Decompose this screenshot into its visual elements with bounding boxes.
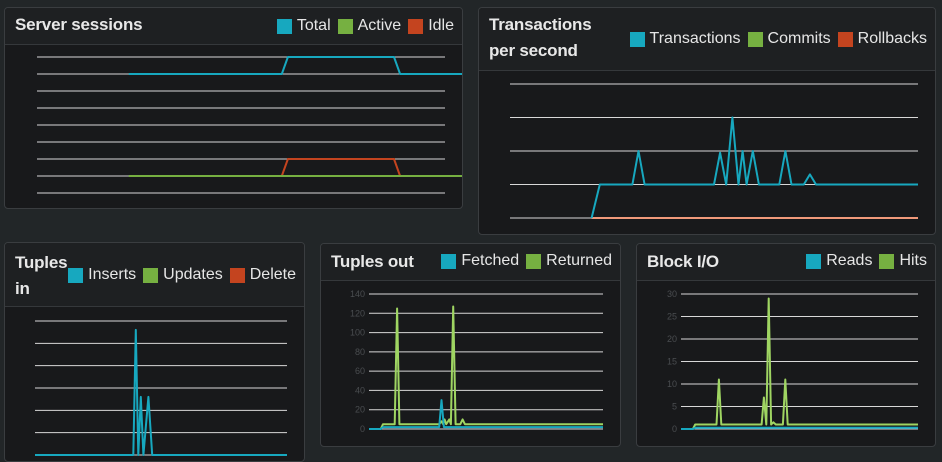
series-line-returned bbox=[369, 305, 603, 430]
legend-returned-label: Returned bbox=[546, 252, 612, 269]
delete-swatch bbox=[229, 267, 245, 283]
rollbacks-swatch bbox=[837, 31, 853, 47]
legend-commits[interactable]: Commits bbox=[747, 30, 831, 48]
active-swatch bbox=[337, 18, 353, 34]
returned-swatch bbox=[526, 253, 542, 269]
y-tick-label: 20 bbox=[667, 334, 677, 344]
y-tick-label: 100 bbox=[350, 328, 365, 338]
legend-fetched-label: Fetched bbox=[461, 252, 520, 269]
y-tick-label: 5 bbox=[672, 402, 677, 412]
legend-idle[interactable]: Idle bbox=[408, 17, 454, 35]
legend-inserts[interactable]: Inserts bbox=[68, 266, 136, 284]
y-tick-label: 15 bbox=[667, 357, 677, 367]
y-tick-label: 60 bbox=[355, 366, 365, 376]
series-line-hits bbox=[681, 297, 918, 430]
legend-active-label: Active bbox=[357, 17, 402, 34]
block-io-chart: 0 5 10 15 20 25 30 bbox=[667, 289, 918, 434]
series-line-idle bbox=[280, 158, 402, 177]
legend-idle-label: Idle bbox=[428, 17, 454, 34]
block-io-header: Block I/O Reads Hits bbox=[637, 244, 935, 281]
inserts-swatch bbox=[68, 267, 84, 283]
y-tick-label: 25 bbox=[667, 312, 677, 322]
series-line-inserts bbox=[35, 328, 287, 456]
transactions-panel: Transactions per second Transactions Com… bbox=[478, 7, 936, 235]
tuples-in-title-line1: Tuples bbox=[15, 253, 68, 272]
transactions-title-line1: Transactions bbox=[489, 15, 592, 34]
legend-commits-label: Commits bbox=[767, 30, 831, 47]
server-sessions-title: Server sessions bbox=[15, 15, 143, 34]
legend-delete[interactable]: Delete bbox=[229, 266, 296, 284]
total-swatch bbox=[276, 18, 292, 34]
tuples-out-legend: Fetched Returned bbox=[434, 252, 612, 270]
tuples-in-legend: Inserts Updates Delete bbox=[61, 266, 296, 284]
legend-fetched[interactable]: Fetched bbox=[441, 252, 519, 270]
server-sessions-header: Server sessions Total Active Idle bbox=[5, 8, 462, 45]
commits-swatch bbox=[747, 31, 763, 47]
tuples-in-title-line2: in bbox=[15, 279, 30, 298]
block-io-legend: Reads Hits bbox=[799, 252, 927, 270]
server-sessions-legend: Total Active Idle bbox=[270, 17, 454, 35]
block-io-title: Block I/O bbox=[647, 252, 719, 271]
tuples-in-header: Tuples in Inserts Updates Delete bbox=[5, 243, 304, 307]
hits-swatch bbox=[879, 253, 895, 269]
tuples-in-chart bbox=[35, 320, 287, 456]
y-tick-label: 10 bbox=[667, 379, 677, 389]
legend-hits-label: Hits bbox=[899, 252, 927, 269]
y-tick-label: 20 bbox=[355, 405, 365, 415]
y-tick-label: 30 bbox=[667, 289, 677, 299]
transactions-header: Transactions per second Transactions Com… bbox=[479, 8, 935, 71]
y-tick-label: 0 bbox=[360, 424, 365, 434]
legend-transactions[interactable]: Transactions bbox=[629, 30, 741, 48]
legend-delete-label: Delete bbox=[249, 266, 296, 283]
transactions-swatch bbox=[629, 31, 645, 47]
block-io-panel: Block I/O Reads Hits 0 5 10 15 20 25 30 bbox=[636, 243, 936, 447]
legend-hits[interactable]: Hits bbox=[879, 252, 927, 270]
transactions-legend: Transactions Commits Rollbacks bbox=[623, 30, 927, 48]
tuples-out-title: Tuples out bbox=[331, 252, 414, 271]
legend-returned[interactable]: Returned bbox=[526, 252, 612, 270]
legend-total-label: Total bbox=[296, 17, 331, 34]
legend-inserts-label: Inserts bbox=[88, 266, 137, 283]
y-tick-label: 120 bbox=[350, 308, 365, 318]
y-tick-label: 80 bbox=[355, 347, 365, 357]
reads-swatch bbox=[806, 253, 822, 269]
idle-swatch bbox=[408, 18, 424, 34]
legend-total[interactable]: Total bbox=[276, 17, 331, 35]
server-sessions-chart bbox=[37, 56, 462, 194]
tuples-out-header: Tuples out Fetched Returned bbox=[321, 244, 620, 281]
series-line-transactions bbox=[590, 116, 918, 219]
y-tick-label: 0 bbox=[672, 424, 677, 434]
tuples-in-panel: Tuples in Inserts Updates Delete bbox=[4, 242, 305, 462]
legend-updates[interactable]: Updates bbox=[143, 266, 223, 284]
y-tick-label: 140 bbox=[350, 289, 365, 299]
updates-swatch bbox=[143, 267, 159, 283]
legend-active[interactable]: Active bbox=[337, 17, 402, 35]
tuples-out-panel: Tuples out Fetched Returned 0 20 40 60 80 100… bbox=[320, 243, 621, 447]
legend-rollbacks-label: Rollbacks bbox=[857, 30, 927, 47]
transactions-title-line2: per second bbox=[489, 41, 578, 60]
legend-reads[interactable]: Reads bbox=[806, 252, 872, 270]
tuples-out-chart: 0 20 40 60 80 100 120 140 bbox=[350, 289, 603, 434]
series-line-total bbox=[128, 56, 462, 75]
y-tick-label: 40 bbox=[355, 385, 365, 395]
legend-updates-label: Updates bbox=[163, 266, 223, 283]
server-sessions-panel: Server sessions Total Active Idle bbox=[4, 7, 463, 209]
legend-transactions-label: Transactions bbox=[649, 30, 741, 47]
legend-reads-label: Reads bbox=[826, 252, 873, 269]
transactions-chart bbox=[510, 83, 918, 219]
legend-rollbacks[interactable]: Rollbacks bbox=[837, 30, 927, 48]
fetched-swatch bbox=[441, 253, 457, 269]
